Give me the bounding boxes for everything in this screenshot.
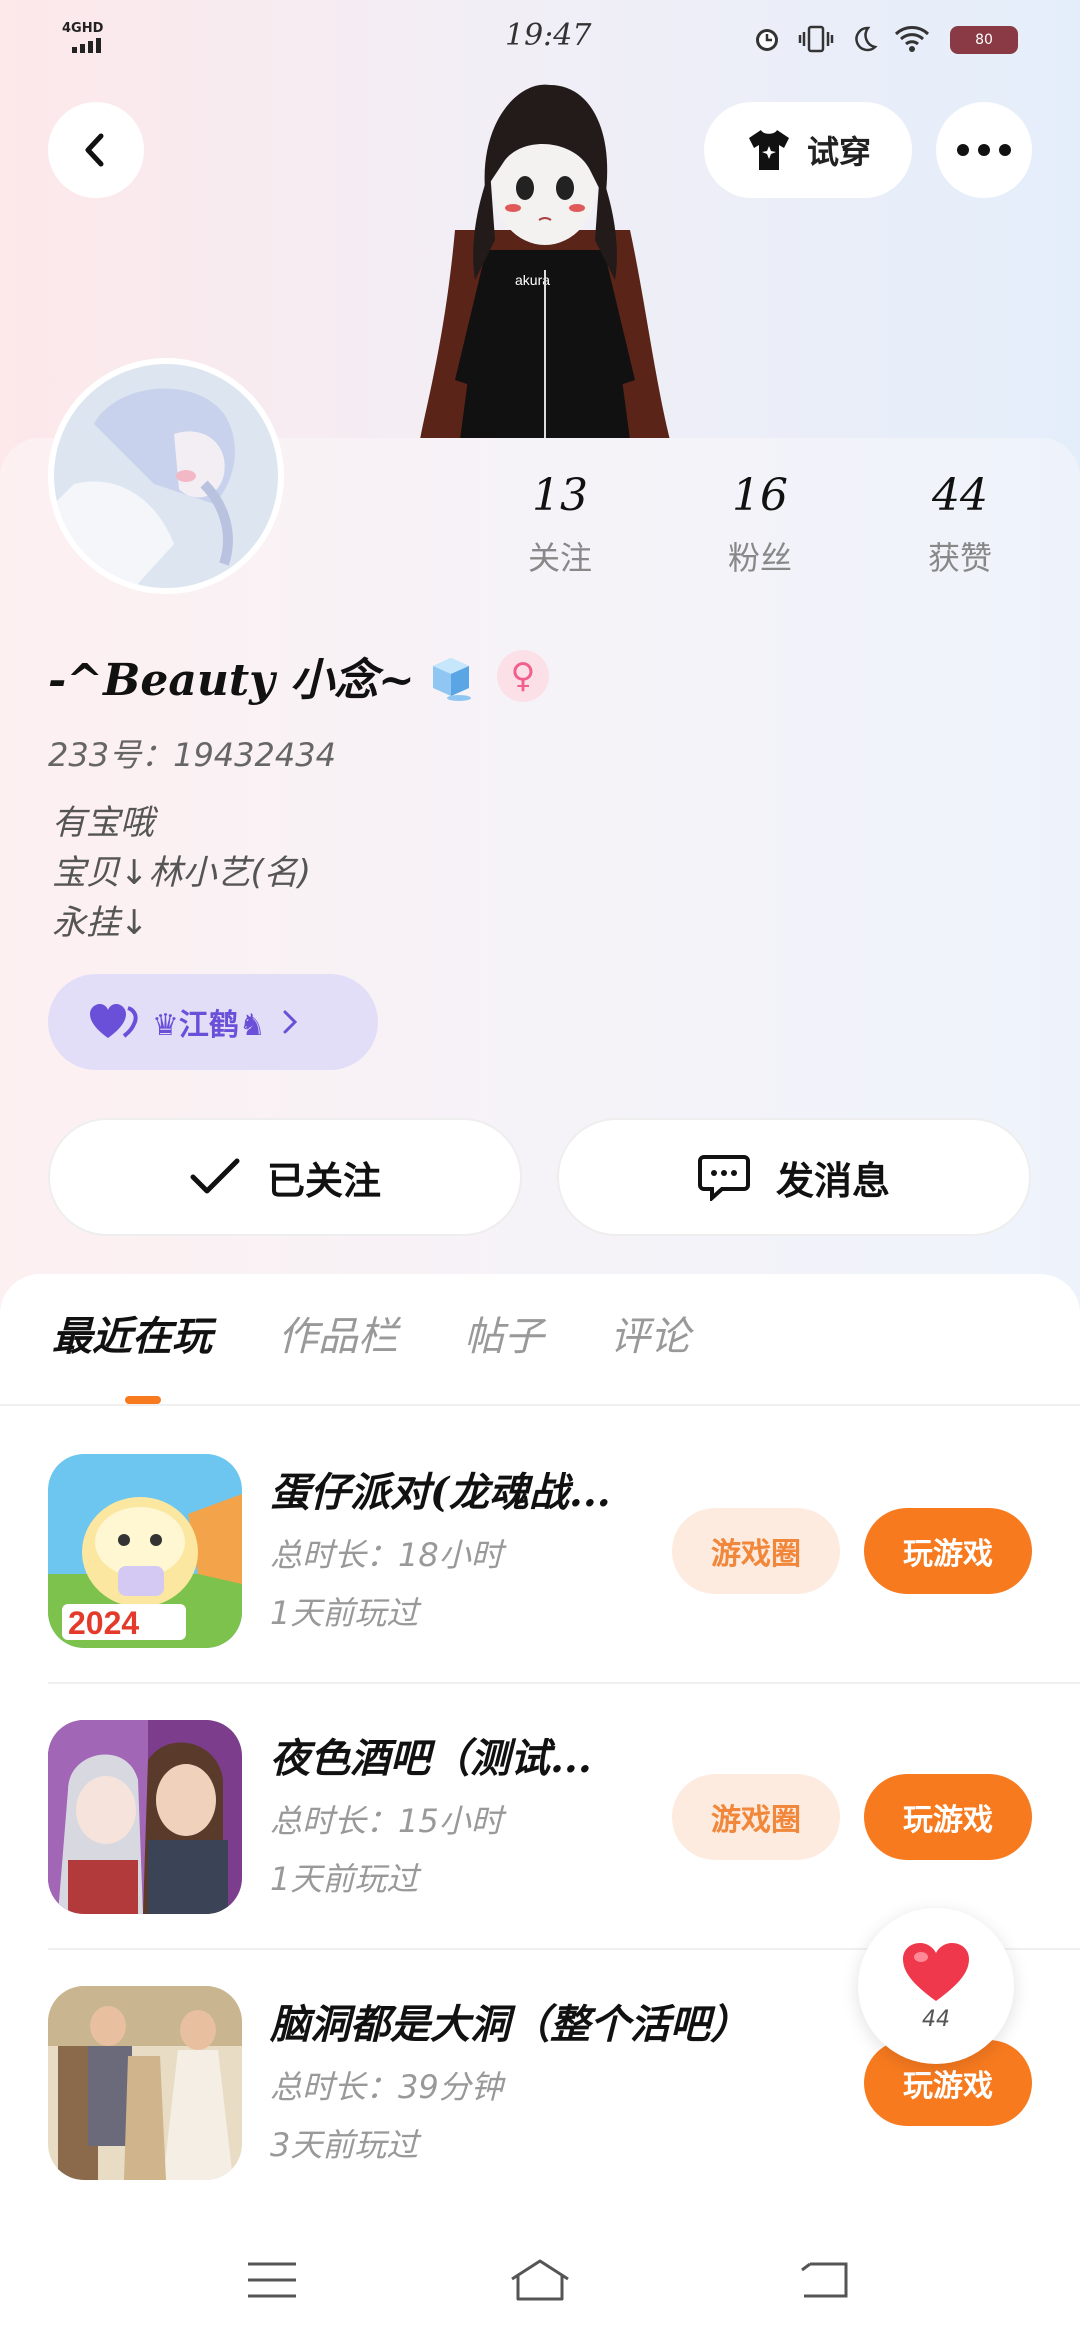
active-tab-indicator (125, 1396, 161, 1404)
follow-label: 已关注 (266, 1158, 381, 1203)
network-type: 4GHD (62, 21, 104, 36)
shirt-icon (748, 130, 789, 170)
try-on-button[interactable]: 试穿 (704, 102, 912, 198)
tab-comments[interactable]: 评论 (610, 1304, 690, 1362)
back-button[interactable] (48, 102, 144, 198)
signal-icon (72, 38, 101, 53)
game-title: 蛋仔派对(龙魂战... (270, 1469, 611, 1516)
ice-cube-icon (432, 658, 471, 701)
back-nav-button[interactable] (784, 2250, 864, 2310)
double-heart-icon (90, 1004, 138, 1038)
game-title: 夜色酒吧（测试... (270, 1735, 592, 1782)
check-icon (190, 1158, 240, 1194)
stat-label: 粉丝 (727, 539, 792, 577)
game-icon-text: 2024 (68, 1605, 139, 1641)
message-button[interactable]: 发消息 (557, 1118, 1031, 1236)
tab-recently-played[interactable]: 最近在玩 (52, 1304, 212, 1362)
more-dots-icon (957, 144, 1011, 156)
chevron-left-icon (85, 133, 104, 167)
profile-bio: 有宝哦 宝贝↓林小艺(名) 永挂↓ (52, 803, 312, 943)
wifi-icon (894, 26, 930, 52)
stat-followers[interactable]: 16 粉丝 (680, 470, 840, 579)
badge-label: ♛江鹤♞ (152, 1008, 266, 1043)
status-bar: 4GHD 19:47 80 (0, 0, 1080, 80)
like-button[interactable]: 44 (858, 1908, 1014, 2064)
stat-following[interactable]: 13 关注 (480, 470, 640, 579)
vibrate-icon (798, 25, 834, 53)
stat-value: 44 (932, 470, 988, 521)
game-title: 脑洞都是大洞（整个活吧） (270, 2001, 750, 2048)
gender-female-icon: ♀ (496, 650, 549, 702)
game-icon[interactable] (48, 1720, 242, 1914)
game-last-played: 1天前玩过 (270, 1860, 419, 1898)
stat-value: 13 (532, 470, 588, 521)
more-button[interactable] (936, 102, 1032, 198)
game-circle-button[interactable]: 游戏圈 (672, 1774, 840, 1860)
menu-nav-button[interactable] (232, 2250, 312, 2310)
game-last-played: 3天前玩过 (270, 2126, 419, 2164)
chat-bubble-icon (697, 1155, 750, 1201)
follow-button[interactable]: 已关注 (48, 1118, 522, 1236)
divider (48, 1682, 1080, 1684)
clock: 19:47 (505, 18, 592, 53)
profile-tabs: 最近在玩 作品栏 帖子 评论 (52, 1304, 690, 1362)
tab-works[interactable]: 作品栏 (278, 1304, 398, 1362)
stat-likes[interactable]: 44 获赞 (880, 470, 1040, 579)
game-row[interactable]: 夜色酒吧（测试... 总时长：15小时 1天前玩过 游戏圈 玩游戏 (48, 1720, 1032, 1914)
heart-icon (903, 1942, 969, 2001)
game-duration: 总时长：39分钟 (270, 2068, 503, 2106)
game-circle-button[interactable]: 游戏圈 (672, 1508, 840, 1594)
divider (0, 1404, 1080, 1406)
game-duration: 总时长：15小时 (270, 1802, 503, 1840)
play-game-button[interactable]: 玩游戏 (864, 1774, 1032, 1860)
stat-label: 关注 (527, 539, 592, 577)
menu-icon (248, 2262, 296, 2298)
alarm-icon (756, 29, 778, 51)
game-duration: 总时长：18小时 (270, 1536, 503, 1574)
profile-stats: 13 关注 16 粉丝 44 获赞 (480, 470, 1040, 579)
fan-badge[interactable]: ♛江鹤♞ (48, 974, 378, 1070)
game-icon[interactable]: 2024 (48, 1454, 242, 1648)
avatar[interactable] (48, 358, 284, 594)
game-row[interactable]: 2024 蛋仔派对(龙魂战... 总时长：18小时 1天前玩过 游戏圈 玩游戏 (48, 1454, 1032, 1648)
play-game-button[interactable]: 玩游戏 (864, 1508, 1032, 1594)
do-not-disturb-icon (855, 26, 878, 52)
message-label: 发消息 (775, 1158, 890, 1203)
home-icon (511, 2259, 569, 2301)
return-icon (801, 2262, 848, 2298)
stat-label: 获赞 (927, 539, 992, 577)
user-id: 233号：19432434 (48, 736, 336, 774)
status-icons (752, 24, 930, 54)
chevron-right-icon (283, 1010, 297, 1034)
game-icon[interactable] (48, 1986, 242, 2180)
stat-value: 16 (732, 470, 788, 521)
profile-name: -^Beauty 小念~ (48, 655, 415, 706)
battery-indicator: 80 (950, 26, 1018, 54)
like-count: 44 (922, 2006, 950, 2032)
tab-posts[interactable]: 帖子 (464, 1304, 544, 1362)
avatar-character: akura (415, 80, 675, 440)
profile-name-row: -^Beauty 小念~ ♀ (48, 644, 549, 708)
game-last-played: 1天前玩过 (270, 1594, 419, 1632)
try-on-label: 试穿 (806, 133, 871, 171)
home-nav-button[interactable] (500, 2250, 580, 2310)
